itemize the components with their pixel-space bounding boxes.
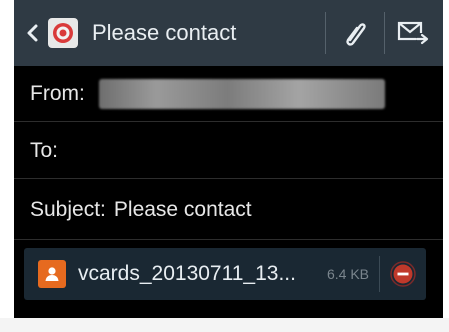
- from-field[interactable]: From:: [14, 66, 443, 122]
- paperclip-icon: [346, 23, 366, 46]
- contact-card-icon: [38, 260, 66, 288]
- to-field[interactable]: To:: [14, 123, 443, 179]
- target-icon: [48, 18, 78, 48]
- back-button[interactable]: [14, 0, 48, 66]
- remove-attachment-button[interactable]: [380, 248, 426, 300]
- subject-value: Please contact: [113, 197, 252, 221]
- attachment-size: 6.4 KB: [326, 266, 369, 282]
- attachment-name: vcards_20130711_13...: [78, 262, 296, 285]
- email-compose-screen: Please contact From: To: Subject: Please…: [14, 0, 443, 318]
- send-mail-icon: [397, 21, 430, 45]
- from-label: From:: [30, 81, 85, 105]
- from-value-redacted: [98, 78, 385, 109]
- chevron-left-icon: [27, 24, 38, 42]
- attachment-item[interactable]: vcards_20130711_13... 6.4 KB: [24, 248, 426, 300]
- action-bar: Please contact: [14, 0, 443, 66]
- subject-field[interactable]: Subject: Please contact: [14, 180, 443, 240]
- remove-circle-icon: [390, 261, 416, 287]
- send-button[interactable]: [385, 0, 443, 66]
- subject-label: Subject:: [30, 197, 106, 221]
- to-label: To:: [30, 138, 59, 162]
- bottom-strip: [0, 318, 449, 332]
- page-title: Please contact: [92, 20, 237, 45]
- attach-button[interactable]: [326, 0, 384, 66]
